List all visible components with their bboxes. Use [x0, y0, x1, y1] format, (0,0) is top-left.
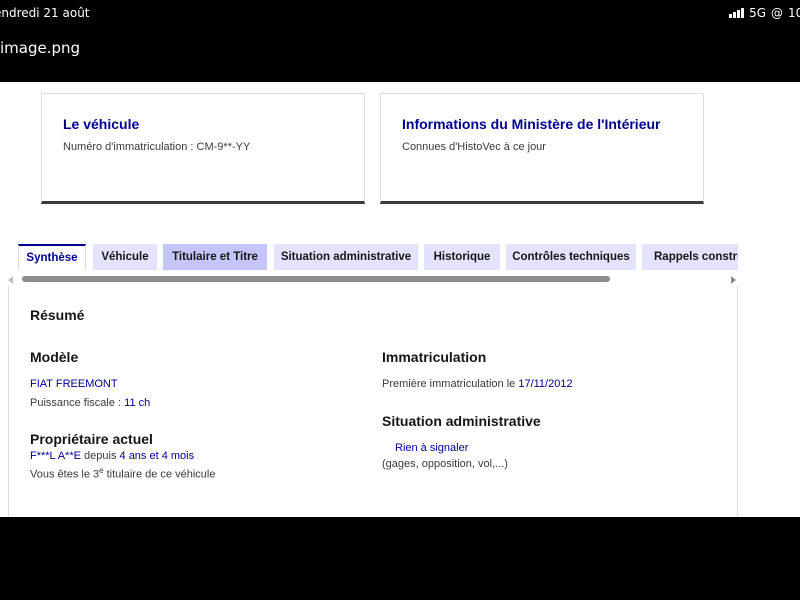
fiscal-power-label: Puissance fiscale : [30, 397, 125, 409]
tab-titulaire-et-titre[interactable]: Titulaire et Titre [163, 244, 267, 270]
owner-name: F***L A**E [30, 450, 81, 462]
administrative-status-detail: (gages, opposition, vol,...) [382, 458, 508, 470]
at-sign-icon: @ [771, 6, 784, 20]
status-indicators: 5G @ 10( [729, 6, 800, 20]
registration-heading: Immatriculation [382, 349, 487, 365]
ministry-card-title: Informations du Ministère de l'Intérieur [402, 116, 661, 132]
first-registration: Première immatriculation le 17/11/2012 [382, 378, 573, 390]
registration-number: Numéro d'immatriculation : CM-9**-YY [63, 141, 251, 153]
scroll-left-arrow-icon[interactable] [8, 276, 13, 284]
owner-count: Vous êtes le 3e titulaire de ce véhicule [30, 466, 215, 481]
tab-historique[interactable]: Historique [424, 244, 500, 270]
fiscal-power-value: 11 ch [124, 397, 151, 409]
scrollbar-thumb[interactable] [22, 276, 610, 282]
vehicle-card[interactable]: Le véhicule Numéro d'immatriculation : C… [41, 93, 365, 204]
owner-count-prefix: Vous êtes le 3 [30, 468, 100, 481]
tab-controles-techniques[interactable]: Contrôles techniques [506, 244, 636, 270]
model-heading: Modèle [30, 349, 79, 365]
ministry-card-subtitle: Connues d'HistoVec à ce jour [402, 141, 546, 153]
owner-since-word: depuis [84, 450, 117, 462]
tab-list: Synthèse Véhicule Titulaire et Titre Sit… [18, 244, 738, 270]
histovec-page: Le véhicule Numéro d'immatriculation : C… [0, 82, 800, 517]
cellular-signal-icon [729, 8, 745, 18]
scroll-right-arrow-icon[interactable] [731, 276, 736, 284]
ios-status-bar: endredi 21 août 5G @ 10( [0, 0, 800, 26]
owner-line: F***L A**E depuis 4 ans et 4 mois [30, 450, 194, 462]
administrative-status: Rien à signaler [395, 442, 469, 454]
first-registration-label: Première immatriculation le [382, 378, 519, 390]
tab-vehicule[interactable]: Véhicule [93, 244, 157, 270]
ministry-card[interactable]: Informations du Ministère de l'Intérieur… [380, 93, 704, 204]
network-type: 5G [749, 6, 767, 20]
first-registration-date: 17/11/2012 [518, 378, 573, 390]
tab-situation-administrative[interactable]: Situation administrative [274, 244, 418, 270]
tab-rappels-constructeur[interactable]: Rappels constructeur [642, 244, 738, 270]
status-date: endredi 21 août [0, 6, 90, 20]
tab-synthese[interactable]: Synthèse [18, 244, 86, 270]
file-title: image.png [0, 39, 81, 57]
summary-title: Résumé [30, 307, 85, 323]
battery-percentage: 10( [788, 6, 800, 20]
administrative-status-heading: Situation administrative [382, 413, 541, 429]
synthese-panel: Résumé Modèle FIAT FREEMONT Puissance fi… [8, 286, 738, 517]
fiscal-power: Puissance fiscale : 11 ch [30, 397, 150, 409]
owner-duration: 4 ans et 4 mois [119, 450, 195, 462]
tabs-horizontal-scrollbar[interactable] [8, 274, 736, 284]
model-name: FIAT FREEMONT [30, 378, 118, 390]
owner-count-suffix: titulaire de ce véhicule [103, 468, 216, 481]
current-owner-heading: Propriétaire actuel [30, 431, 153, 447]
vehicle-card-title: Le véhicule [63, 116, 140, 132]
